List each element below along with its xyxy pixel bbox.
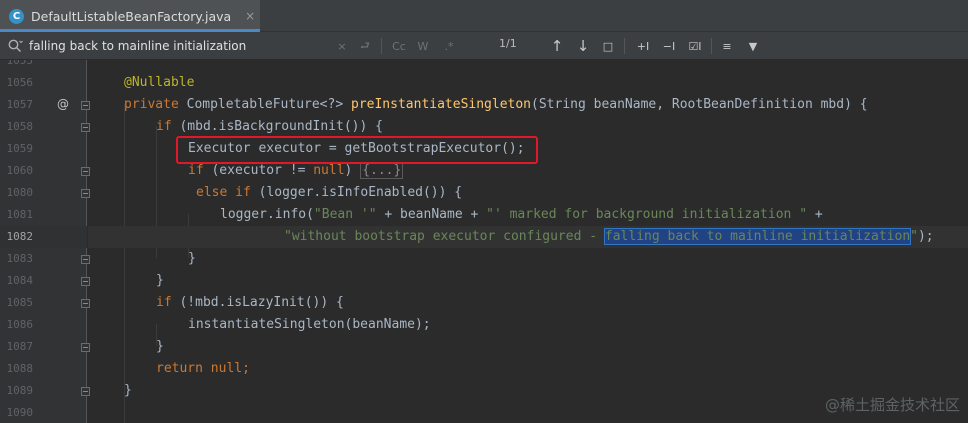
match-case-button[interactable]: Cc (389, 37, 409, 55)
code-text: if (!mbd.isLazyInit()) { (156, 295, 344, 310)
fold-toggle[interactable] (81, 255, 90, 264)
match-count: 1/1 (499, 37, 517, 50)
code-line: 1090 (0, 402, 968, 423)
select-in-editor-button[interactable]: □ (600, 37, 616, 55)
remove-occurrence-button[interactable]: −I (658, 37, 680, 55)
line-number: 1082 (6, 230, 34, 243)
code-text: private CompletableFuture<?> preInstanti… (124, 97, 868, 112)
code-line: 1055 (0, 60, 968, 72)
multiline-button[interactable]: ≡ (718, 37, 736, 55)
code-line: 1057 @ private CompletableFuture<?> preI… (0, 94, 968, 116)
watermark: @稀土掘金技术社区 (824, 396, 960, 414)
line-number: 1085 (6, 296, 34, 309)
previous-occurrence-button[interactable]: ↑ (548, 37, 566, 55)
line-number: 1088 (6, 362, 34, 375)
line-number: 1083 (6, 252, 34, 265)
clear-search-button[interactable]: × (335, 37, 349, 55)
line-number: 1055 (6, 60, 34, 67)
line-number: 1081 (6, 208, 34, 221)
tab-label: DefaultListableBeanFactory.java (31, 8, 232, 24)
line-number: 1084 (6, 274, 34, 287)
words-button[interactable]: W (415, 37, 431, 55)
code-text: instantiateSingleton(beanName); (188, 317, 431, 332)
code-text: } (156, 273, 164, 288)
close-icon[interactable]: × (245, 9, 255, 23)
search-input[interactable] (29, 37, 329, 55)
divider (711, 38, 712, 54)
code-text: @Nullable (124, 75, 195, 90)
code-line: 1080 else if (logger.isInfoEnabled()) { (0, 182, 968, 204)
search-icon[interactable] (7, 38, 23, 54)
folded-region[interactable]: {...} (360, 162, 404, 179)
divider (624, 38, 625, 54)
code-text: "without bootstrap executor configured -… (284, 228, 934, 245)
line-number: 1080 (6, 186, 34, 199)
code-text: } (156, 339, 164, 354)
code-line: 1056 @Nullable (0, 72, 968, 94)
annotation-highlight-box (176, 136, 538, 164)
select-all-occurrences-button[interactable]: ☑I (684, 37, 706, 55)
search-match-highlight: falling back to mainline initialization (603, 228, 912, 245)
line-number: 1056 (6, 76, 34, 89)
overrides-method-icon[interactable]: @ (57, 97, 69, 111)
next-occurrence-button[interactable]: ↓ (574, 37, 592, 55)
code-text: return null; (156, 361, 250, 376)
history-button[interactable]: ⮐ (357, 37, 373, 55)
add-occurrence-button[interactable]: +I (632, 37, 654, 55)
find-bar: × ⮐ Cc W .* 1/1 ↑ ↓ □ +I −I ☑I ≡ ▼ (0, 32, 968, 60)
code-text: } (124, 383, 132, 398)
code-line: 1085 if (!mbd.isLazyInit()) { (0, 292, 968, 314)
java-class-icon: C (9, 8, 24, 24)
line-number: 1057 (6, 98, 34, 111)
code-text: logger.info("Bean '" + beanName + "' mar… (220, 207, 823, 222)
line-number: 1089 (6, 384, 34, 397)
code-line: 1087 } (0, 336, 968, 358)
code-text: else if (logger.isInfoEnabled()) { (196, 185, 463, 200)
code-line-current: 1082 "without bootstrap executor configu… (0, 226, 968, 248)
line-number: 1058 (6, 120, 34, 133)
fold-toggle[interactable] (81, 299, 90, 308)
line-number: 1060 (6, 164, 34, 177)
fold-toggle[interactable] (81, 343, 90, 352)
line-number: 1086 (6, 318, 34, 331)
filter-icon[interactable]: ▼ (744, 37, 762, 55)
code-text: if (mbd.isBackgroundInit()) { (156, 119, 383, 134)
code-line: 1086 instantiateSingleton(beanName); (0, 314, 968, 336)
fold-toggle[interactable] (81, 387, 90, 396)
fold-toggle[interactable] (81, 277, 90, 286)
fold-toggle[interactable] (81, 123, 90, 132)
code-line: 1088 return null; (0, 358, 968, 380)
code-editor[interactable]: 1055 1056 @Nullable 1057 @ private Compl… (0, 60, 968, 423)
code-line: 1083 } (0, 248, 968, 270)
fold-toggle[interactable] (81, 189, 90, 198)
line-number: 1087 (6, 340, 34, 353)
code-line: 1058 if (mbd.isBackgroundInit()) { (0, 116, 968, 138)
tab-defaultlistablebeanfactory[interactable]: C DefaultListableBeanFactory.java × (0, 0, 260, 32)
editor-tab-bar: C DefaultListableBeanFactory.java × (0, 0, 968, 32)
fold-toggle[interactable] (81, 167, 90, 176)
line-number: 1090 (6, 406, 34, 419)
code-text: } (188, 251, 196, 266)
regex-button[interactable]: .* (440, 37, 458, 55)
code-line: 1089 } (0, 380, 968, 402)
divider (381, 38, 382, 54)
code-line: 1081 logger.info("Bean '" + beanName + "… (0, 204, 968, 226)
code-line: 1084 } (0, 270, 968, 292)
line-number: 1059 (6, 142, 34, 155)
fold-toggle[interactable] (81, 101, 90, 110)
